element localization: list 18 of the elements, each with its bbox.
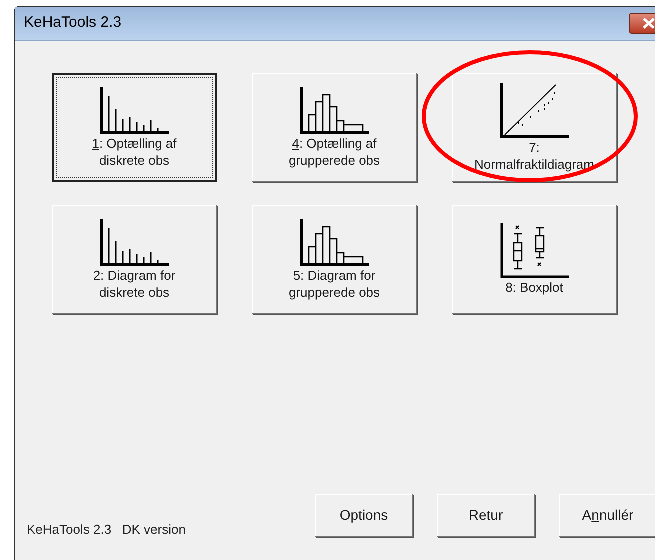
chart-tool-button[interactable]: 5: Diagram for grupperede obs: [252, 205, 417, 314]
chart-tool-button[interactable]: 2: Diagram for diskrete obs: [52, 205, 217, 314]
bar-chart-icon: [100, 218, 170, 266]
boxplot-icon: [500, 223, 570, 279]
normal-probability-plot-icon: [500, 82, 570, 138]
version-label: KeHaTools 2.3 DK version: [27, 520, 186, 538]
dialog-button[interactable]: Retur: [437, 494, 535, 537]
dialog-button[interactable]: Options: [315, 494, 413, 537]
window-title: KeHaTools 2.3: [24, 13, 122, 34]
chart-tool-button[interactable]: 4: Optælling af grupperede obs: [252, 73, 417, 182]
dialog-button[interactable]: Annullér: [559, 494, 655, 537]
histogram-icon: [300, 218, 370, 266]
chart-tool-button[interactable]: 1: Optælling af diskrete obs: [52, 73, 217, 182]
chart-tool-button[interactable]: 8: Boxplot: [452, 205, 617, 314]
bar-chart-icon: [100, 86, 170, 134]
chart-tool-button[interactable]: 7: Normalfraktildiagram: [452, 73, 617, 182]
histogram-icon: [300, 86, 370, 134]
close-icon: [643, 18, 655, 29]
